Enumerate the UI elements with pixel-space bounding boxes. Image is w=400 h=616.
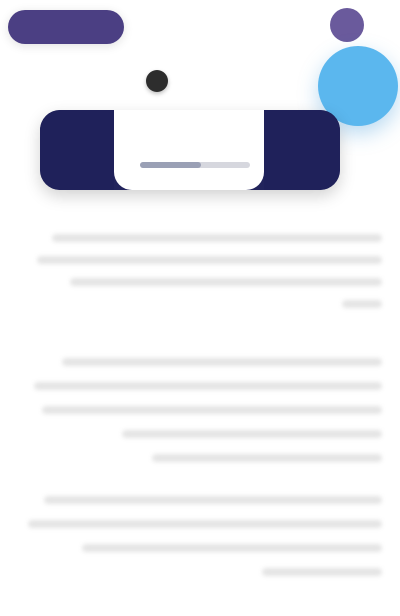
content-block-1 [18,222,382,312]
text-line [122,430,382,438]
content-block-2 [18,350,382,462]
primary-pill-button[interactable] [8,10,124,44]
text-line [82,544,382,552]
player-card[interactable] [40,110,340,190]
text-line [62,358,382,366]
text-line [342,300,382,308]
text-line [152,454,382,462]
text-line [42,406,382,414]
page [0,0,400,616]
text-line [34,382,382,390]
player-left-pane[interactable] [40,110,114,190]
text-line [37,256,382,264]
player-right-pane[interactable] [264,110,340,190]
text-line [70,278,382,286]
text-line [44,496,382,504]
text-line [52,234,382,242]
player-center-pane[interactable] [114,110,264,190]
text-line [262,568,382,576]
text-line [28,520,382,528]
content-block-3 [18,490,382,590]
progress-track[interactable] [140,162,250,168]
slider-handle[interactable] [146,70,168,92]
progress-fill [140,162,201,168]
avatar[interactable] [330,8,364,42]
